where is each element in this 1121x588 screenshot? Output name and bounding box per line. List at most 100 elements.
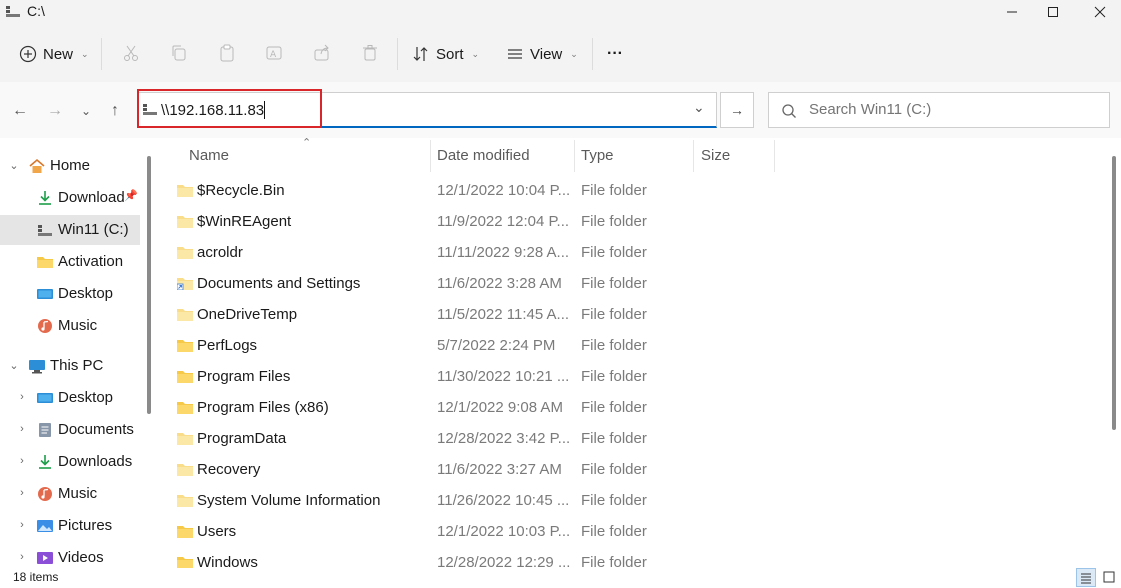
file-date-modified: 11/30/2022 10:21 ... [437, 368, 570, 385]
chevron-down-icon[interactable]: ⌄ [8, 159, 20, 172]
folder-icon [177, 185, 193, 197]
more-options-button[interactable]: ··· [607, 40, 623, 68]
toolbar-divider [592, 38, 593, 70]
title-bar: C:\ [0, 0, 1121, 24]
delete-button[interactable] [359, 42, 381, 64]
column-divider[interactable] [574, 140, 575, 172]
address-history-dropdown[interactable]: ⌄ [693, 99, 705, 116]
tiles-view-button[interactable] [1100, 568, 1118, 587]
window-title: C:\ [27, 3, 45, 19]
sidebar-item-label: Desktop [58, 285, 114, 302]
sidebar-item-label: Music [58, 485, 98, 502]
file-row[interactable]: ProgramData 12/28/2022 3:42 P... File fold… [170, 423, 790, 454]
file-row[interactable]: Users 12/1/2022 10:03 P... File folder [170, 516, 790, 547]
maximize-button[interactable] [1041, 2, 1065, 22]
column-header-type[interactable]: Type [581, 147, 614, 164]
recent-locations-button[interactable]: ⌄ [75, 100, 97, 122]
up-button[interactable]: ↑ [104, 100, 126, 122]
file-row[interactable]: Documents and Settings 11/6/2022 3:28 AM F… [170, 268, 790, 299]
file-name: Users [197, 523, 237, 540]
file-type: File folder [581, 461, 647, 478]
column-divider[interactable] [774, 140, 775, 172]
file-row[interactable]: $Recycle.Bin 12/1/2022 10:04 P... File fol… [170, 175, 790, 206]
sidebar-item-label: Documents [58, 421, 134, 438]
chevron-down-icon: ⌄ [570, 48, 578, 59]
sidebar-item[interactable]: Downloads📌 [0, 183, 140, 213]
chevron-right-icon[interactable]: › [16, 519, 28, 531]
sidebar-item[interactable]: ⌄ This PC [0, 351, 140, 381]
sidebar-item[interactable]: ⌄ Home [0, 151, 140, 181]
sidebar-item[interactable]: › Videos [0, 543, 140, 573]
new-button[interactable]: New ⌄ [19, 40, 89, 68]
file-row[interactable]: Recovery 11/6/2022 3:27 AM File folder [170, 454, 790, 485]
chevron-right-icon[interactable]: › [16, 391, 28, 403]
file-row[interactable]: System Volume Information 11/26/2022 10:4… [170, 485, 790, 516]
chevron-right-icon[interactable]: › [16, 551, 28, 563]
details-view-icon [1081, 573, 1091, 584]
search-box[interactable] [768, 92, 1110, 128]
share-button[interactable] [311, 42, 333, 64]
copy-button[interactable] [168, 42, 190, 64]
rename-icon: A [266, 46, 282, 60]
chevron-right-icon[interactable]: › [16, 487, 28, 499]
svg-text:A: A [270, 50, 277, 60]
column-divider[interactable] [430, 140, 431, 172]
file-row[interactable]: acroldr 11/11/2022 9:28 A... File folder [170, 237, 790, 268]
minimize-button[interactable] [1000, 2, 1024, 22]
arrow-right-icon: → [47, 102, 63, 119]
view-button[interactable]: View ⌄ [506, 40, 578, 68]
file-date-modified: 11/5/2022 11:45 A... [437, 306, 570, 323]
file-name: ProgramData [197, 430, 287, 447]
sidebar-item[interactable]: › Desktop [0, 383, 140, 413]
file-row[interactable]: Program Files 11/30/2022 10:21 ... File fo… [170, 361, 790, 392]
sort-label: Sort [436, 45, 464, 63]
column-header-size[interactable]: Size [701, 147, 730, 164]
file-type: File folder [581, 213, 647, 230]
back-button[interactable]: ← [9, 100, 31, 122]
sidebar-item-label: Win11 (C:) [58, 221, 129, 238]
folder-icon [177, 340, 193, 352]
search-input[interactable] [807, 100, 1101, 119]
column-divider[interactable] [693, 140, 694, 172]
file-row[interactable]: Program Files (x86) 12/1/2022 9:08 AM File… [170, 392, 790, 423]
go-button[interactable]: → [720, 92, 754, 128]
folder-icon [177, 464, 193, 476]
column-header-date[interactable]: Date modified [437, 147, 530, 164]
file-row[interactable]: $WinREAgent 11/9/2022 12:04 P... File fold… [170, 206, 790, 237]
chevron-right-icon[interactable]: › [16, 423, 28, 435]
sidebar-item[interactable]: › Music [0, 479, 140, 509]
pictures-icon [36, 518, 54, 534]
details-view-button[interactable] [1076, 568, 1096, 587]
file-type: File folder [581, 430, 647, 447]
maximize-icon [1048, 7, 1058, 17]
chevron-down-icon[interactable]: ⌄ [8, 359, 20, 372]
file-type: File folder [581, 182, 647, 199]
forward-button[interactable]: → [44, 100, 66, 122]
sidebar-item[interactable]: › Pictures [0, 511, 140, 541]
folder-icon [36, 254, 54, 270]
sidebar-scrollbar[interactable] [147, 156, 151, 414]
column-header-name[interactable]: Name [189, 147, 229, 164]
file-row[interactable]: OneDriveTemp 11/5/2022 11:45 A... File fol… [170, 299, 790, 330]
rename-button[interactable]: A [263, 42, 285, 64]
cut-button[interactable] [120, 42, 142, 64]
close-button[interactable] [1088, 2, 1112, 22]
new-label: New [43, 45, 74, 63]
sidebar-item[interactable]: Music [0, 311, 140, 341]
sidebar-item[interactable]: › Documents [0, 415, 140, 445]
file-type: File folder [581, 244, 647, 261]
paste-button[interactable] [216, 42, 238, 64]
chevron-right-icon[interactable]: › [16, 455, 28, 467]
sidebar-item[interactable]: Desktop [0, 279, 140, 309]
sort-button[interactable]: Sort ⌄ [412, 40, 479, 68]
content-scrollbar[interactable] [1112, 156, 1116, 430]
file-name: Recovery [197, 461, 261, 478]
sidebar-item[interactable]: Win11 (C:) [0, 215, 140, 245]
folder-icon [177, 278, 193, 290]
scissors-icon [124, 45, 138, 61]
sidebar-item[interactable]: › Downloads [0, 447, 140, 477]
file-row[interactable]: PerfLogs 5/7/2022 2:24 PM File folder [170, 330, 790, 361]
highlight-box [137, 89, 322, 128]
sidebar-item[interactable]: Activation [0, 247, 140, 277]
download-icon [36, 190, 54, 206]
